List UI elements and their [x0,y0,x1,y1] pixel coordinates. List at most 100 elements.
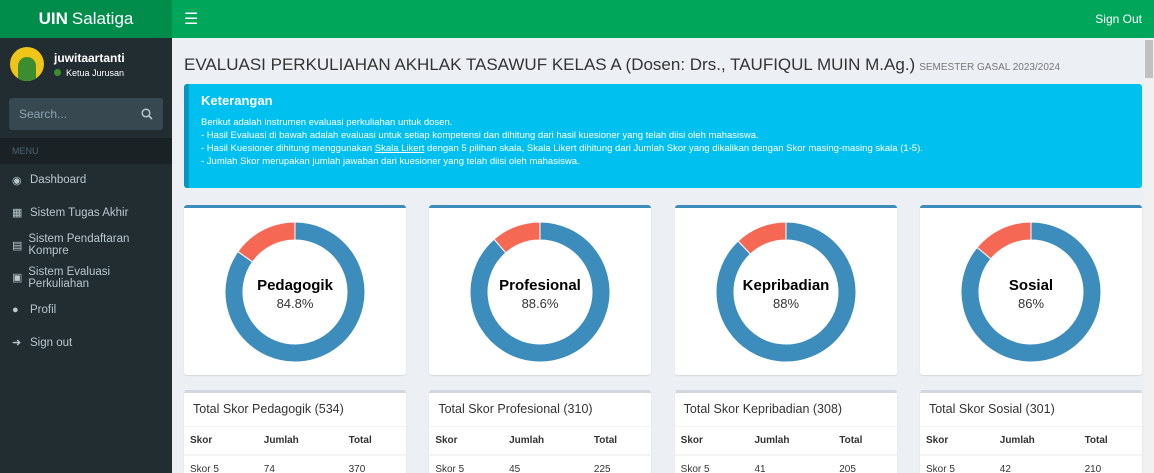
callout-line: - Jumlah Skor merupakan jumlah jawaban d… [201,156,580,167]
donut-label: Profesional [499,277,581,294]
donut-slice-remainder [737,220,787,255]
brand-bold: UIN [38,9,68,28]
user-name: juwitaartanti [54,50,125,65]
table-cell: 370 [342,454,406,473]
table-cell: 210 [1078,454,1142,473]
user-role: Ketua Jurusan [54,68,125,78]
column-header: Jumlah [748,427,834,456]
sidebar-item-label: Dashboard [30,174,87,187]
sidebar-item-evaluasi[interactable]: ▣ Sistem Evaluasi Perkuliahan [0,262,172,295]
column-header: Skor [184,427,258,456]
sidebar-item-label: Sistem Evaluasi Perkuliahan [28,265,111,290]
score-table: Skor Jumlah Total Skor 5 42 210 [919,427,1142,473]
table-cell: 74 [257,454,343,473]
chart-row: Pedagogik 84.8% Profesional 88.6% Kepribad… [184,205,1142,375]
brand-logo[interactable]: UIN Salatiga [0,0,172,38]
page-title: EVALUASI PERKULIAHAN AKHLAK TASAWUF KELA… [184,55,1142,75]
sidebar-item-label: Sistem Pendaftaran Kompre [28,233,130,258]
page-title-text: EVALUASI PERKULIAHAN AKHLAK TASAWUF KELA… [184,55,916,74]
column-header: Jumlah [503,427,588,456]
callout-text: - Hasil Kuesioner dihitung menggunakan [201,143,375,154]
callout-line: - Hasil Evaluasi di bawah adalah evaluas… [201,130,759,141]
avatar [10,47,44,81]
column-header: Jumlah [993,427,1079,456]
sidebar-item-profil[interactable]: ● Profil [0,294,172,327]
table-row: Skor 5 74 370 [184,454,406,473]
brand-rest: Salatiga [71,9,134,28]
likert-link[interactable]: Skala Likert [375,143,425,154]
donut-chart-sosial: Sosial 86% [960,220,1102,362]
table-cell: Skor 5 [674,454,749,473]
scrollbar-thumb[interactable] [1145,40,1153,78]
donut-slice-remainder [976,220,1032,260]
sign-out-icon: ➜ [12,337,22,350]
table-cell: 225 [587,454,652,473]
table-cell: Skor 5 [919,454,994,473]
donut-value: 88.6% [522,296,559,311]
page-subtitle: SEMESTER GASAL 2023/2024 [919,62,1061,73]
column-header: Total [342,427,406,456]
table-cell: 45 [503,454,588,473]
sidebar-item-label: Sign out [30,336,73,349]
column-header: Skor [429,427,504,456]
callout-text: dengan 5 pilihan skala, Skala Likert dih… [424,143,923,154]
score-table-box: Total Skor Pedagogik (534) Skor Jumlah Tot… [184,390,406,473]
table-row: Skor 5 42 210 [919,454,1142,473]
donut-chart-pedagogik: Pedagogik 84.8% [224,220,366,362]
sidebar-item-sign-out[interactable]: ➜ Sign out [0,327,172,360]
table-row: Skor 5 45 225 [429,454,652,473]
table-cell: Skor 5 [184,454,258,473]
top-navbar: ☰ Sign Out [172,0,1154,38]
callout-line: Berikut adalah instrumen evaluasi perkul… [201,117,453,128]
sidebar-item-kompre[interactable]: ▤ Sistem Pendaftaran Kompre [0,229,172,262]
donut-value: 86% [1018,296,1044,311]
score-table-box: Total Skor Sosial (301) Skor Jumlah Total … [919,390,1142,473]
institution-icon: ▤ [12,239,23,252]
chart-box-kepribadian: Kepribadian 88% [674,205,897,375]
sidebar-search [9,98,163,130]
donut-chart-kepribadian: Kepribadian 88% [715,220,857,362]
sidebar-item-tugas-akhir[interactable]: ▦ Sistem Tugas Akhir [0,197,172,230]
sidebar-item-label: Sistem Tugas Akhir [30,206,129,219]
score-table-title: Total Skor Kepribadian (308) [674,393,897,427]
dashboard-icon: ◉ [12,174,22,187]
hamburger-icon[interactable]: ☰ [184,9,198,29]
grid-icon: ▦ [12,207,23,220]
sidebar-item-dashboard[interactable]: ◉ Dashboard [0,164,172,197]
column-header: Total [587,427,652,456]
donut-value: 84.8% [277,296,314,311]
score-table: Skor Jumlah Total Skor 5 45 225 [429,427,652,473]
chart-box-pedagogik: Pedagogik 84.8% [184,205,406,375]
callout-title: Keterangan [201,93,273,108]
column-header: Total [1078,427,1142,456]
column-header: Skor [919,427,994,456]
score-table-title: Total Skor Pedagogik (534) [184,393,406,427]
column-header: Jumlah [257,427,343,456]
user-role-label: Ketua Jurusan [66,67,125,78]
search-icon[interactable] [141,108,153,120]
column-header: Skor [674,427,749,456]
sidebar: juwitaartanti Ketua Jurusan MENU ◉ Dashb… [0,38,172,473]
menu-header: MENU [0,138,172,164]
score-table: Skor Jumlah Total Skor 5 41 205 [674,427,897,473]
sidebar-item-label: Profil [30,304,57,317]
donut-label: Kepribadian [742,277,829,294]
score-table: Skor Jumlah Total Skor 5 74 370 [184,427,406,473]
score-table-title: Total Skor Profesional (310) [429,393,652,427]
search-input[interactable] [19,107,129,121]
donut-label: Sosial [1009,277,1053,294]
donut-value: 88% [773,296,799,311]
column-header: Total [833,427,897,456]
scrollbar[interactable] [1144,38,1154,473]
donut-label: Pedagogik [257,277,334,294]
table-cell: Skor 5 [429,454,504,473]
sign-out-button[interactable]: Sign Out [1095,12,1142,26]
chart-box-sosial: Sosial 86% [919,205,1142,375]
table-row-container: Total Skor Pedagogik (534) Skor Jumlah Tot… [184,390,1142,473]
table-cell: 42 [993,454,1079,473]
table-cell: 205 [833,454,897,473]
main-content: EVALUASI PERKULIAHAN AKHLAK TASAWUF KELA… [172,38,1154,473]
score-table-title: Total Skor Sosial (301) [919,393,1142,427]
table-cell: 41 [748,454,834,473]
callout-line: - Hasil Kuesioner dihitung menggunakan S… [201,142,1130,155]
